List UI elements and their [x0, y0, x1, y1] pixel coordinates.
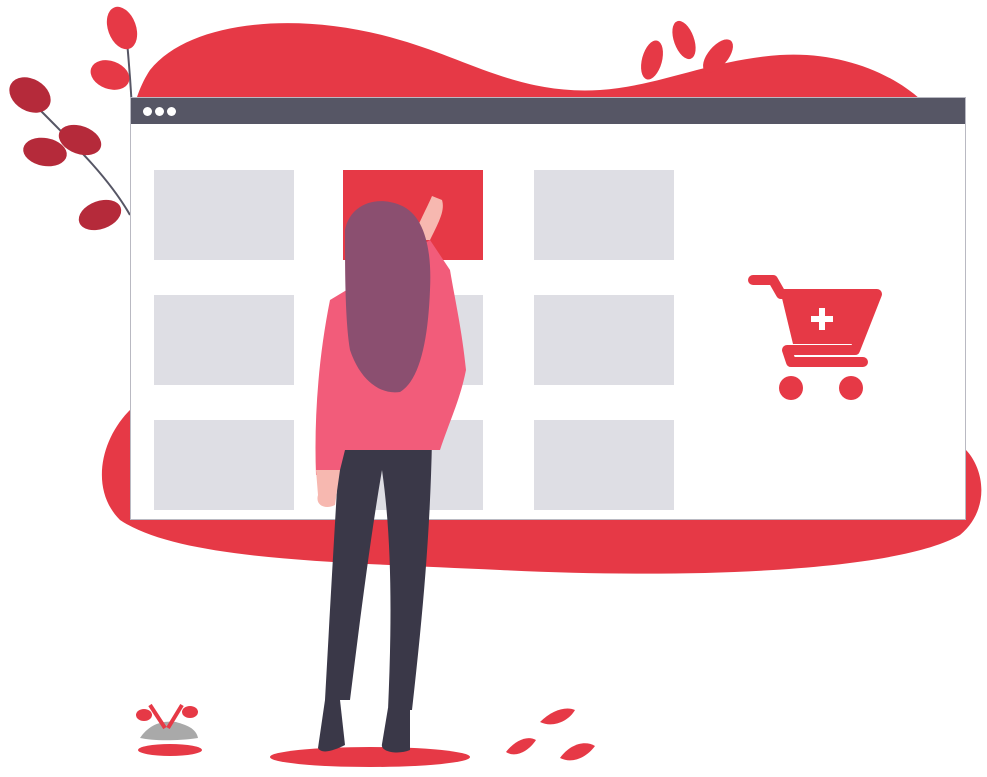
ground-leaves-right — [506, 708, 595, 761]
illustration-scene — [0, 0, 987, 777]
